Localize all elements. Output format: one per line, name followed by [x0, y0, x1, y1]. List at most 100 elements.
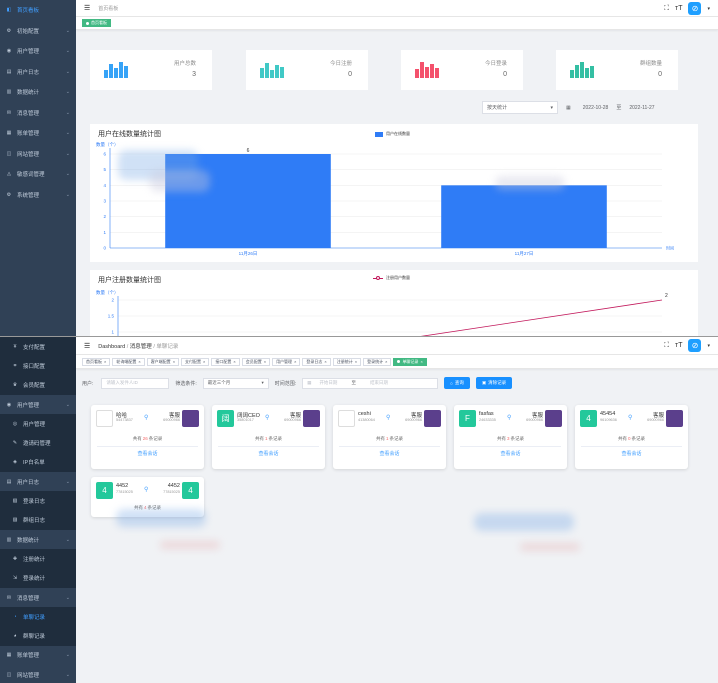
hamburger-icon[interactable]: ☰ — [84, 4, 90, 12]
sidebar-item[interactable]: ◉ 用户管理 ⌄ — [0, 395, 76, 414]
sidebar-item[interactable]: ⇲ 登录统计 — [0, 569, 76, 588]
chevron-down-icon[interactable]: ▾ — [707, 6, 710, 12]
sidebar-item[interactable]: ⌗ 接口配置 — [0, 356, 76, 375]
sidebar-item-label: 账单管理 — [17, 653, 40, 660]
close-icon[interactable]: × — [104, 359, 106, 364]
close-icon[interactable]: × — [355, 359, 357, 364]
stat-card[interactable]: 群组数量 0 — [556, 50, 678, 90]
chevron-down-icon: ⌄ — [65, 401, 70, 408]
close-icon[interactable]: × — [264, 359, 266, 364]
breadcrumb-home[interactable]: Dashboard — [98, 344, 125, 350]
avatar — [96, 410, 113, 427]
sidebar-item[interactable]: ◫ 网站管理 ⌄ — [0, 144, 76, 165]
session-card[interactable]: 哈哈 54473837 ⚲ 客服 69000966 共有26条记录 查看会话 — [91, 405, 204, 469]
stat-label: 用户总数 — [173, 61, 196, 67]
tab-tag[interactable]: 注册统计 × — [332, 357, 362, 366]
close-icon[interactable]: × — [138, 359, 140, 364]
view-session-link[interactable]: 查看会话 — [333, 450, 446, 457]
sidebar-item[interactable]: ◫ 网站管理 ⌄ — [0, 665, 76, 683]
tab-tag[interactable]: 会员配置 × — [241, 357, 271, 366]
sidebar-item[interactable]: ▤ 用户日志 ⌄ — [0, 62, 76, 83]
sidebar-item[interactable]: ▧ 登录日志 — [0, 491, 76, 510]
time-range-input[interactable]: ▦ 开始日期 至 结束日期 — [302, 377, 439, 389]
breadcrumb[interactable]: 首页看板 — [98, 5, 118, 12]
stat-card[interactable]: 今日登录 0 — [401, 50, 523, 90]
record-count: 共有1条记录 — [212, 436, 325, 442]
sidebar-item[interactable]: ⚙ 系统管理 ⌄ — [0, 185, 76, 206]
session-card[interactable]: ceshi 41380064 ⚲ 客服 69000966 共有1条记录 查看会话 — [333, 405, 446, 469]
session-card[interactable]: Ffasfas 24633335 ⚲ 客服 69000966 共有3条记录 查看会话 — [454, 405, 567, 469]
close-icon[interactable]: × — [294, 359, 296, 364]
sidebar-item[interactable]: ✉ 消息管理 ⌄ — [0, 103, 76, 124]
stat-card[interactable]: 用户总数 3 — [90, 50, 212, 90]
tab-tag[interactable]: 接口配置 × — [211, 357, 240, 366]
sidebar-item[interactable]: ▤ 用户日志 ⌄ — [0, 472, 76, 491]
sidebar-item[interactable]: ✉ 消息管理 ⌄ — [0, 588, 76, 607]
avatar[interactable]: ⊘ — [688, 339, 702, 352]
view-session-link[interactable]: 查看会话 — [212, 450, 325, 457]
sidebar-item[interactable]: ◉ 用户管理 ⌄ — [0, 41, 76, 62]
view-session-link[interactable]: 查看会话 — [454, 450, 567, 457]
blur-overlay — [116, 509, 206, 527]
view-session-link[interactable]: 查看会话 — [575, 450, 688, 457]
sidebar: ¥ 支付配置 ⌗ 接口配置 ♛ 会员配置 ◉ 用户管理 ⌄ ◎ 用户管理 ✎ 邀请码管理 ◈ IP白名单 ▤ 用… — [0, 337, 76, 683]
hamburger-icon[interactable]: ☰ — [84, 342, 90, 350]
peer-id: 69000966 — [163, 418, 180, 422]
stat-card[interactable]: 今日注册 0 — [246, 50, 368, 90]
breadcrumb-parent[interactable]: 消息管理 — [130, 344, 152, 350]
sidebar-item[interactable]: ¥ 支付配置 — [0, 337, 76, 356]
sidebar-item[interactable]: ▦ 账单管理 ⌄ — [0, 646, 76, 665]
tab-tag[interactable]: 客户端配置 × — [146, 357, 180, 366]
stat-mode-select[interactable]: 按天统计 ▾ — [482, 101, 558, 114]
sidebar-item[interactable]: ◎ 用户管理 — [0, 414, 76, 433]
close-icon[interactable]: × — [203, 359, 205, 364]
tab-tag[interactable]: 首页看板 — [82, 19, 111, 27]
date-range[interactable]: ▦ 2022-10-28 至 2022-11-27 — [562, 101, 698, 114]
tab-tag[interactable]: 用户管理 × — [272, 357, 301, 366]
tab-tag[interactable]: 轮询端配置 × — [112, 357, 145, 366]
close-icon[interactable]: × — [324, 359, 326, 364]
sidebar-item[interactable]: ◧ 首页看板 — [0, 0, 76, 21]
sidebar-item[interactable]: ▥ 数据统计 ⌄ — [0, 82, 76, 103]
tab-tag[interactable]: 登录统计 × — [363, 357, 392, 366]
session-card[interactable]: 4 45454 96109636 ⚲ 客服 69000966 共有0条记录 查看会话 — [575, 405, 688, 469]
tab-tag[interactable]: 支付配置 × — [181, 357, 210, 366]
view-session-link[interactable]: 查看会话 — [91, 450, 204, 457]
close-icon[interactable]: × — [385, 359, 387, 364]
search-button[interactable]: ○ 查询 — [444, 377, 470, 389]
tab-tag[interactable]: 登录日志 × — [302, 357, 331, 366]
sidebar-item[interactable]: ✎ 邀请码管理 — [0, 433, 76, 452]
avatar[interactable]: ⊘ — [688, 2, 702, 15]
sidebar-item[interactable]: ▦ 账单管理 ⌄ — [0, 123, 76, 144]
date-end[interactable]: 2022-11-27 — [629, 105, 654, 111]
series-line — [420, 299, 663, 336]
sidebar-item[interactable]: ▨ 群组日志 — [0, 511, 76, 530]
sidebar-item-label: 登录统计 — [23, 576, 46, 583]
clear-button[interactable]: ▣ 清除记录 — [475, 377, 513, 389]
filter-select[interactable]: 最近三个月 ▾ — [202, 377, 269, 389]
sidebar-item[interactable]: ▥ 数据统计 ⌄ — [0, 530, 76, 549]
sidebar-item[interactable]: ⚙ 初始配置 ⌄ — [0, 21, 76, 42]
chevron-down-icon[interactable]: ▾ — [707, 343, 710, 349]
close-icon[interactable]: × — [173, 359, 175, 364]
sidebar-item[interactable]: ♛ 会员配置 — [0, 376, 76, 395]
y-axis-label: 数量（个） — [96, 141, 119, 148]
fullscreen-icon[interactable]: ⛶ — [664, 5, 669, 13]
date-start[interactable]: 2022-10-28 — [583, 105, 609, 111]
font-size-icon[interactable]: тT — [675, 5, 682, 12]
font-size-icon[interactable]: тT — [675, 342, 682, 349]
sidebar-item[interactable]: ◈ IP白名单 — [0, 453, 76, 472]
close-icon[interactable]: × — [233, 359, 235, 364]
close-icon[interactable]: × — [420, 359, 422, 364]
fullscreen-icon[interactable]: ⛶ — [664, 342, 669, 350]
tab-tag[interactable]: 首页看板 × — [82, 357, 111, 366]
sidebar-item[interactable]: ◕ 群聊记录 — [0, 626, 76, 645]
sidebar-item[interactable]: ✚ 注册统计 — [0, 549, 76, 568]
sidebar-item[interactable]: ◔ 单聊记录 — [0, 607, 76, 626]
user-input[interactable]: 请输入发件人ID — [101, 377, 170, 389]
sidebar-item[interactable]: ◬ 敏感词管理 ⌄ — [0, 164, 76, 185]
sidebar-item-label: 初始配置 — [17, 28, 40, 35]
session-card[interactable]: 阔阔阔CEO 35801017 ⚲ 客服 69000966 共有1条记录 查看会话 — [212, 405, 325, 469]
tab-tag[interactable]: 单聊记录 × — [393, 357, 427, 366]
search-icon: ○ — [450, 380, 453, 386]
